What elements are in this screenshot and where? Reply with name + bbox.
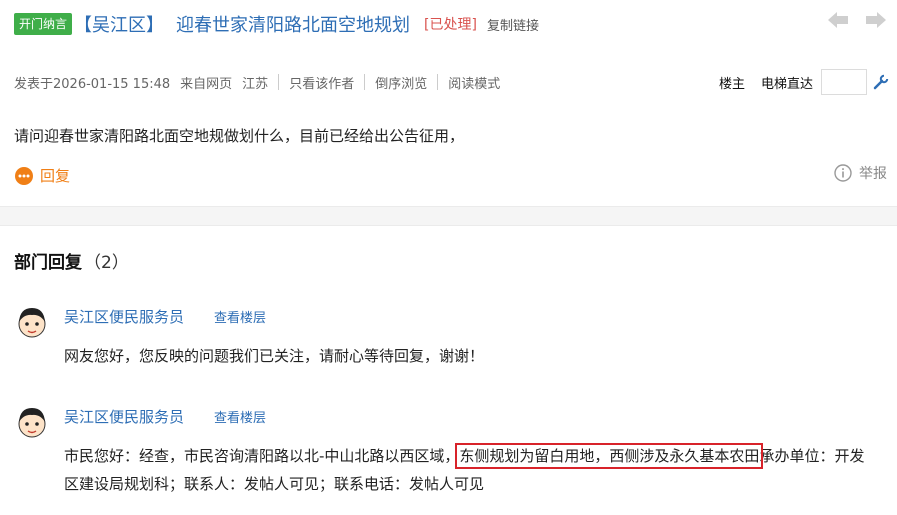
speech-bubble-icon: [14, 166, 34, 186]
report-label: 举报: [859, 166, 887, 182]
post-content: 请问迎春世家清阳路北面空地规做划什么，目前已经给出公告征用，: [14, 127, 465, 145]
post-location: 江苏: [242, 76, 269, 92]
wrench-icon[interactable]: [873, 74, 889, 90]
reply-body: 市民您好：经查，市民咨询清阳路以北-中山北路以西区域，东侧规划为留白用地，西侧涉…: [64, 442, 874, 498]
post-source: 来自网页: [180, 76, 233, 92]
cartoon-avatar-icon[interactable]: [14, 404, 50, 440]
read-mode-link[interactable]: 阅读模式: [448, 73, 500, 92]
post-title[interactable]: 迎春世家清阳路北面空地规划: [176, 11, 410, 37]
cartoon-avatar-icon[interactable]: [14, 304, 50, 340]
reverse-order-link[interactable]: 倒序浏览: [375, 73, 427, 92]
status-badge: [已处理]: [424, 17, 477, 33]
thread-navigation: [827, 10, 887, 30]
reply-header: 吴江区便民服务员 查看楼层: [64, 406, 266, 427]
owner-label: 楼主: [718, 76, 745, 92]
reply-author[interactable]: 吴江区便民服务员: [64, 306, 184, 327]
reply-button[interactable]: 回复: [14, 165, 70, 186]
reply-body: 网友您好，您反映的问题我们已关注，请耐心等待回复，谢谢！: [64, 347, 485, 365]
arrow-left-icon[interactable]: [827, 10, 849, 30]
arrow-right-icon[interactable]: [865, 10, 887, 30]
department-title: 部门回复: [14, 253, 82, 273]
reply-count: （2）: [84, 253, 129, 273]
department-replies-heading: 部门回复 （2）: [14, 248, 129, 273]
view-floor-link[interactable]: 查看楼层: [214, 407, 266, 426]
view-floor-link[interactable]: 查看楼层: [214, 307, 266, 326]
only-author-link[interactable]: 只看该作者: [289, 73, 354, 92]
report-button[interactable]: 举报: [834, 163, 887, 183]
post-title-row: 开门纳言 【吴江区】 迎春世家清阳路北面空地规划 [已处理] 复制链接: [14, 10, 539, 38]
reply-author[interactable]: 吴江区便民服务员: [64, 406, 184, 427]
divider: [437, 74, 439, 90]
reply-header: 吴江区便民服务员 查看楼层: [64, 306, 266, 327]
region-link[interactable]: 【吴江区】: [74, 11, 164, 37]
elevator-label: 电梯直达: [760, 76, 813, 92]
floor-tools: 楼主 电梯直达: [719, 69, 889, 95]
post-date: 发表于2026-01-15 15:48: [14, 76, 171, 92]
copy-link-button[interactable]: 复制链接: [487, 15, 539, 34]
section-divider: [0, 206, 897, 226]
highlighted-text: 东侧规划为留白用地，西侧涉及永久基本农田: [455, 443, 764, 469]
floor-jump-input[interactable]: [821, 69, 867, 95]
divider: [278, 74, 280, 90]
post-meta: 发表于2026-01-15 15:48 来自网页 江苏 只看该作者 倒序浏览 阅…: [14, 72, 500, 92]
reply-label: 回复: [40, 167, 71, 185]
reply-body-text: 市民您好：经查，市民咨询清阳路以北-中山北路以西区域，: [64, 447, 460, 465]
info-circle-icon: [834, 164, 852, 182]
divider: [364, 74, 366, 90]
category-badge[interactable]: 开门纳言: [14, 13, 73, 35]
